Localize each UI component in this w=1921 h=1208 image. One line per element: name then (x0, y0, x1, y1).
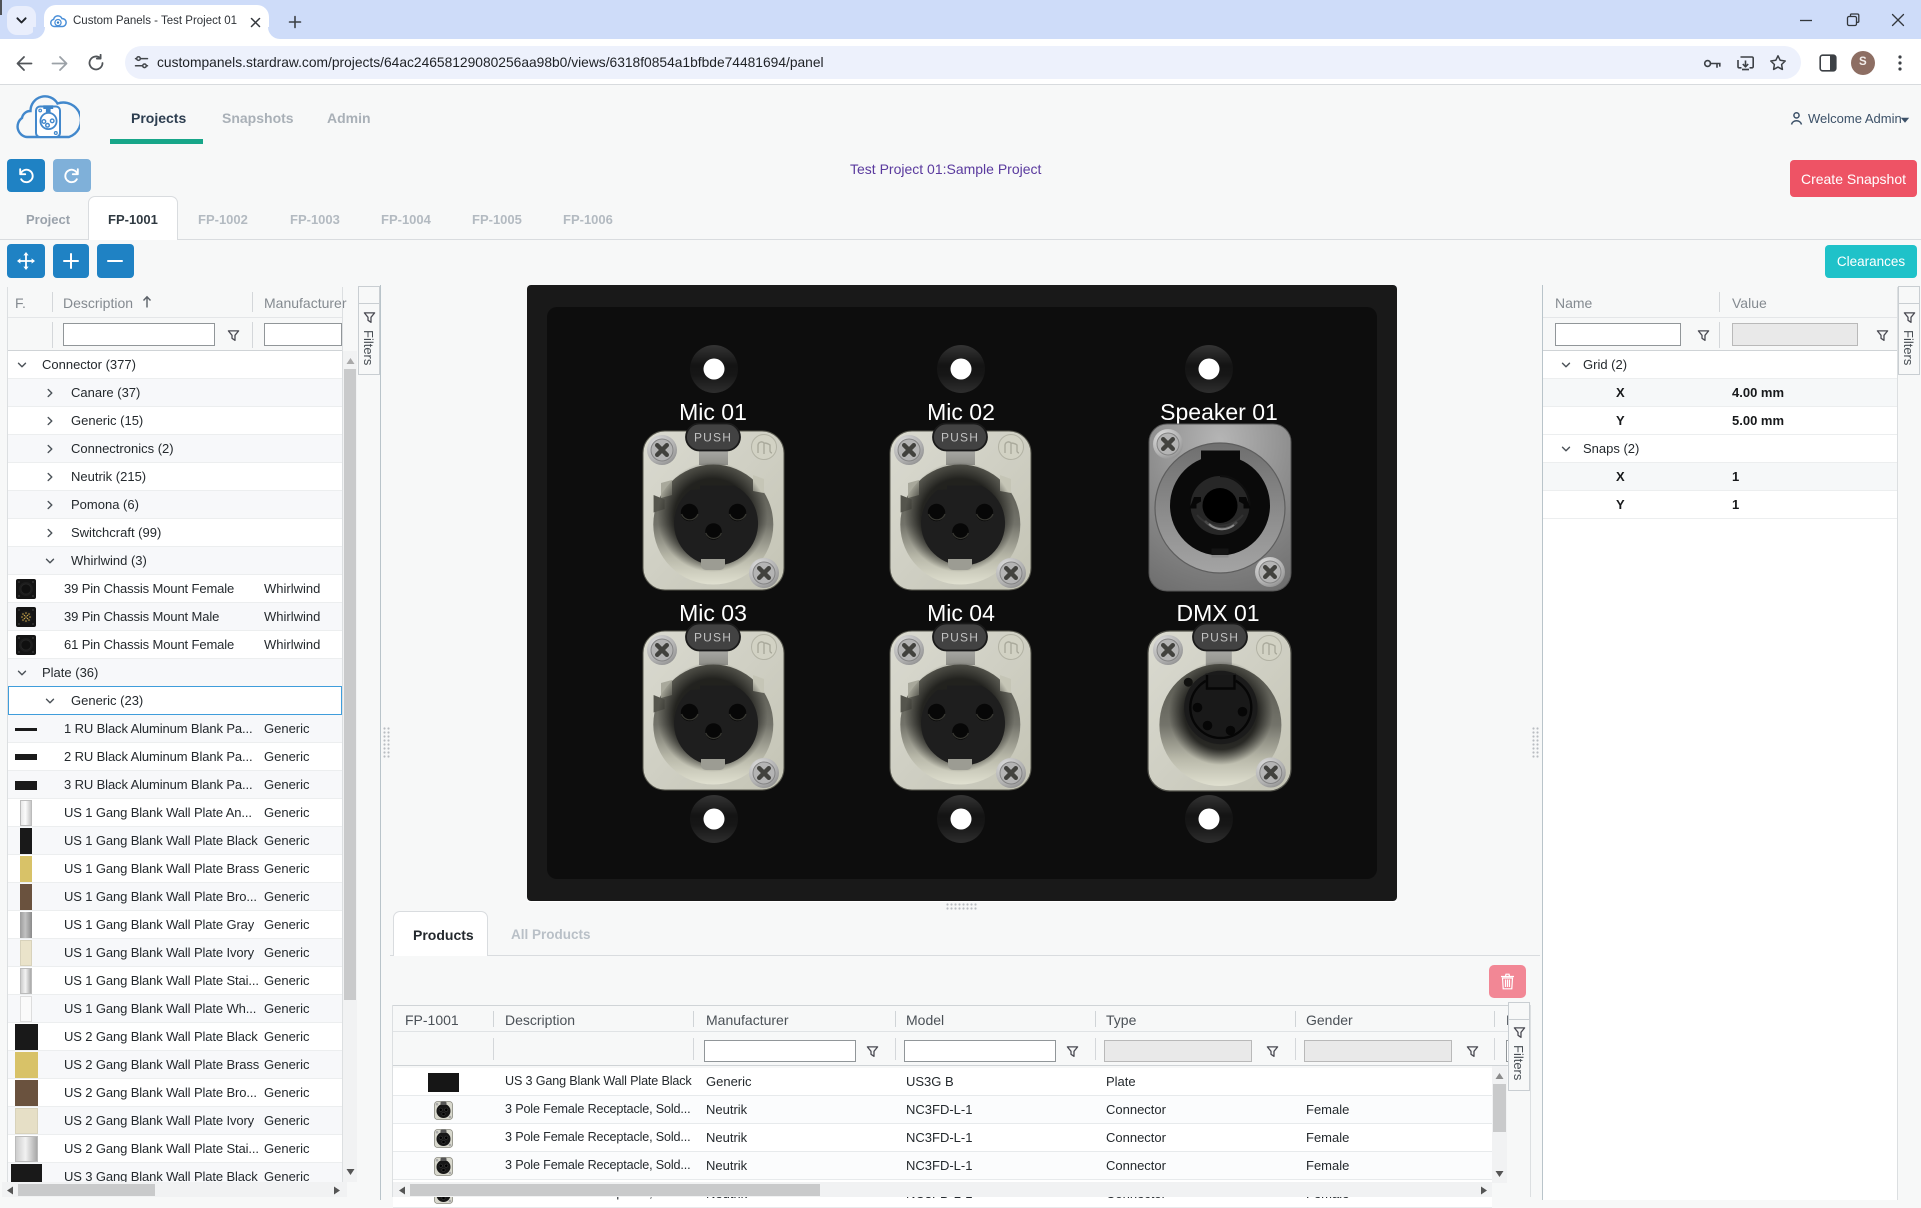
svg-text:Mic 01: Mic 01 (679, 399, 747, 425)
svg-text:Mic 02: Mic 02 (927, 399, 995, 425)
svg-text:Speaker 01: Speaker 01 (1160, 399, 1278, 425)
svg-text:Mic 03: Mic 03 (679, 600, 747, 626)
svg-text:Mic 04: Mic 04 (927, 600, 995, 626)
svg-text:DMX 01: DMX 01 (1176, 600, 1259, 626)
